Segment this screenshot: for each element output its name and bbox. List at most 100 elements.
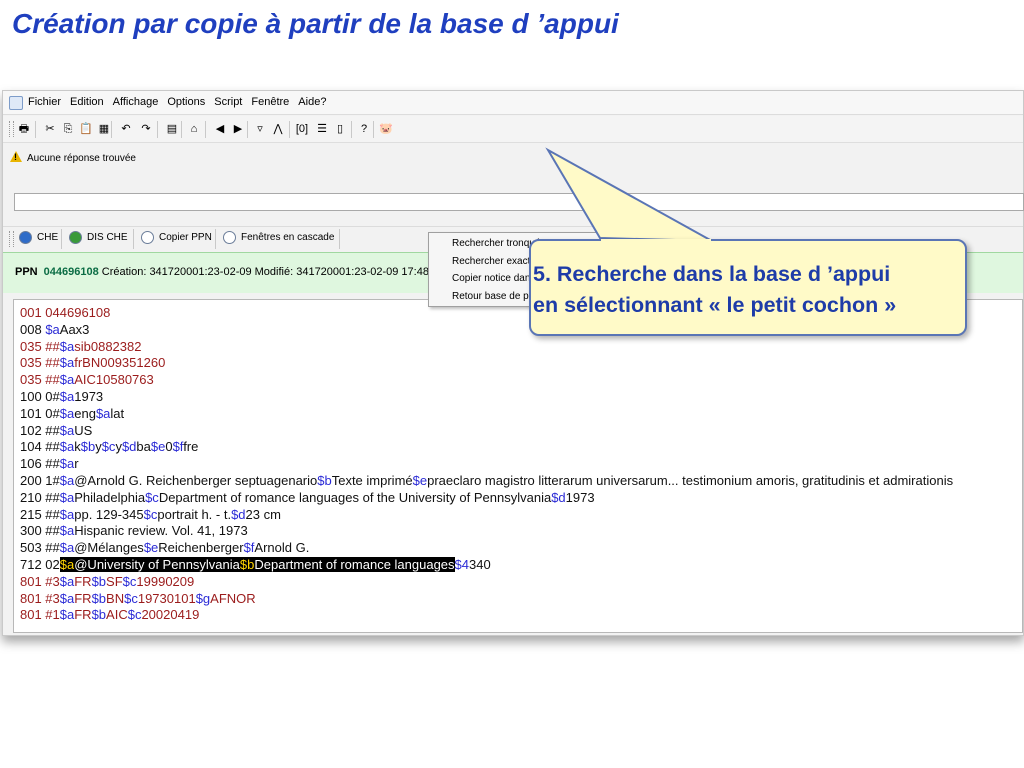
subfield-code: $e — [412, 472, 428, 488]
record-line[interactable]: 215 ##$app. 129-345$cportrait h. - t.$d2… — [20, 507, 953, 524]
subfield-code: $b — [239, 556, 255, 572]
redo-icon[interactable]: ↷ — [139, 122, 153, 136]
field-text: US — [74, 422, 93, 438]
field-text: pp. 129-345 — [74, 506, 144, 522]
cut-icon[interactable]: ✂ — [43, 122, 57, 136]
save-icon[interactable]: ▤ — [165, 122, 179, 136]
record-line[interactable]: 801 #3$aFR$bSF$c19990209 — [20, 574, 953, 591]
subfield-code: $a — [59, 372, 75, 388]
print-icon[interactable]: 🖶 — [17, 122, 31, 136]
callout-line-2: en sélectionnant « le petit cochon » — [533, 293, 897, 317]
record-line[interactable]: 200 1#$a@Arnold G. Reichenberger septuag… — [20, 473, 953, 490]
menu-edition[interactable]: Edition — [70, 96, 104, 108]
record-line[interactable]: 035 ##$asib0882382 — [20, 339, 953, 356]
home-icon[interactable]: ⌂ — [187, 122, 201, 136]
field-text: FR — [74, 573, 92, 589]
menu-fichier[interactable]: Fichier — [28, 96, 61, 108]
subfield-code: $c — [124, 590, 138, 606]
subfield-code: $a — [59, 472, 75, 488]
ppn-label: PPN — [15, 266, 38, 278]
subfield-code: $b — [91, 590, 107, 606]
list-icon[interactable]: ☰ — [315, 122, 329, 136]
task-fenetres-cascade-label: Fenêtres en cascade — [241, 232, 335, 243]
document-icon[interactable]: ▯ — [333, 122, 347, 136]
record-line[interactable]: 300 ##$aHispanic review. Vol. 41, 1973 — [20, 523, 953, 540]
toolbar-grip[interactable] — [9, 121, 14, 137]
task-che-label: CHE — [37, 232, 59, 243]
menu-affichage[interactable]: Affichage — [113, 96, 159, 108]
subfield-code: $a — [59, 506, 75, 522]
tasks-grip[interactable] — [9, 231, 14, 247]
task-dis-che-label: DIS CHE — [87, 232, 128, 243]
record-line[interactable]: 210 ##$aPhiladelphia$cDepartment of roma… — [20, 490, 953, 507]
record-line[interactable]: 503 ##$a@Mélanges$eReichenberger$fArnold… — [20, 540, 953, 557]
field-icon[interactable]: [0] — [295, 122, 309, 136]
field-text: 035 ## — [20, 355, 60, 371]
subfield-code: $e — [150, 439, 166, 455]
slide-title: Création par copie à partir de la base d… — [12, 8, 619, 39]
subfield-code: $b — [91, 573, 107, 589]
menu-options[interactable]: Options — [167, 96, 205, 108]
field-text: @Arnold G. Reichenberger septuagenario — [74, 472, 318, 488]
field-text: 106 ## — [20, 456, 60, 472]
field-text: BN — [106, 590, 125, 606]
record-line[interactable]: 801 #1$aFR$bAIC$c20020419 — [20, 607, 953, 624]
subfield-code: $a — [59, 355, 75, 371]
field-text: 035 ## — [20, 372, 60, 388]
status-bar: Aucune réponse trouvée — [3, 143, 1023, 183]
pig-icon[interactable]: 🐷 — [379, 122, 393, 136]
field-text: @Mélanges — [74, 540, 144, 556]
record-line[interactable]: 106 ##$ar — [20, 456, 953, 473]
menu-item-rechercher-tronque[interactable]: Rechercher tronqué — [452, 238, 540, 249]
back-icon[interactable]: ◀ — [213, 122, 227, 136]
task-fenetres-cascade[interactable]: Fenêtres en cascade — [223, 231, 334, 244]
field-text: SF — [106, 573, 123, 589]
field-text: AIC10580763 — [74, 372, 154, 388]
record-line[interactable]: 035 ##$aAIC10580763 — [20, 372, 953, 389]
subfield-code: $f — [172, 439, 184, 455]
menu-fenetre[interactable]: Fenêtre — [251, 96, 289, 108]
help-icon[interactable]: ? — [357, 122, 371, 136]
field-text: 001 044696108 — [20, 305, 111, 320]
undo-icon[interactable]: ↶ — [119, 122, 133, 136]
subfield-code: $a — [59, 388, 75, 404]
task-che[interactable]: CHE — [19, 231, 58, 244]
command-input[interactable] — [14, 193, 1024, 211]
field-text: praeclaro magistro litterarum universaru… — [427, 472, 954, 488]
subfield-code: $f — [243, 540, 255, 556]
record-line[interactable]: 712 02$a@University of Pennsylvania$bDep… — [20, 556, 953, 574]
record-line[interactable]: 104 ##$ak$by$cy$dba$e0$ffre — [20, 439, 953, 456]
copy-icon[interactable]: ⎘ — [61, 122, 75, 136]
menu-aide[interactable]: Aide? — [298, 96, 326, 108]
subfield-code: $a — [59, 338, 75, 354]
filter-icon[interactable]: ▿ — [253, 122, 267, 136]
paste-special-icon[interactable]: ▦ — [97, 122, 111, 136]
field-text: 300 ## — [20, 523, 60, 539]
record-line[interactable]: 100 0#$a1973 — [20, 389, 953, 406]
toolbar-separator — [157, 121, 158, 138]
task-dis-che[interactable]: DIS CHE — [69, 231, 128, 244]
field-text: 102 ## — [20, 422, 60, 438]
record-line[interactable]: 102 ##$aUS — [20, 423, 953, 440]
record-meta: Création: 341720001:23-02-09 Modifié: 34… — [101, 266, 464, 278]
field-text: portrait h. - t. — [157, 506, 232, 522]
paste-icon[interactable]: 📋 — [79, 122, 93, 136]
task-copier-ppn[interactable]: Copier PPN — [141, 231, 212, 244]
task-dis-che-icon — [69, 231, 82, 244]
record-line[interactable]: 035 ##$afrBN009351260 — [20, 355, 953, 372]
toolbar-separator — [373, 121, 374, 138]
forward-icon[interactable]: ▶ — [231, 122, 245, 136]
field-text: Arnold G. — [254, 540, 310, 556]
task-che-icon — [19, 231, 32, 244]
record-line[interactable]: 801 #3$aFR$bBN$c19730101$gAFNOR — [20, 591, 953, 608]
tree-icon[interactable]: ⋀ — [271, 122, 285, 136]
field-text: 20020419 — [141, 607, 200, 623]
subfield-code: $4 — [454, 556, 470, 572]
field-text: 101 0# — [20, 405, 60, 421]
field-text: 1973 — [565, 489, 595, 505]
menu-script[interactable]: Script — [214, 96, 242, 108]
field-text: 104 ## — [20, 439, 60, 455]
record-editor[interactable]: 001 044696108 008 $aAax3 035 ##$asib088238… — [13, 299, 1023, 633]
field-text: eng — [74, 405, 96, 421]
record-line[interactable]: 101 0#$aeng$alat — [20, 406, 953, 423]
